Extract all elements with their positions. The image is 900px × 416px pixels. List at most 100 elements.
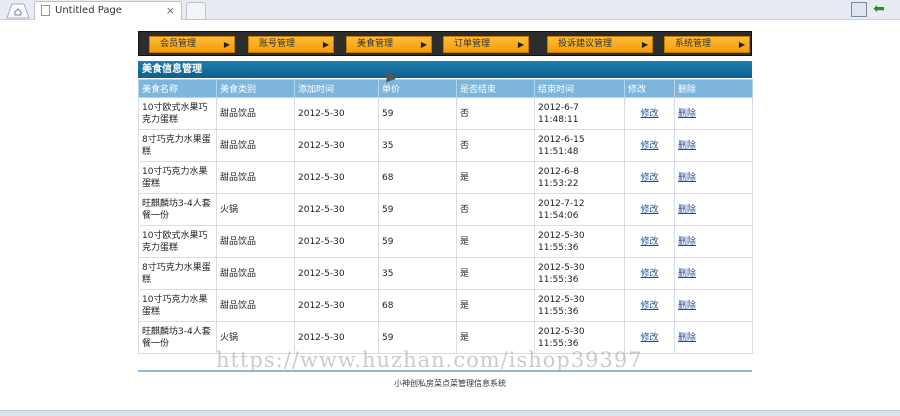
watermark-text: https://www.huzhan.com/ishop39397 — [216, 348, 643, 372]
table-row: 10寸欧式水果巧克力蛋糕 甜品饮品 2012-5-30 59 否 2012-6-… — [138, 97, 753, 130]
cell-category: 火锅 — [216, 193, 295, 226]
cell-added-time: 2012-5-30 — [294, 257, 379, 290]
cell-end-time: 2012-5-30 11:55:36 — [534, 289, 625, 322]
edit-link[interactable]: 修改 — [640, 237, 658, 247]
cell-finished: 是 — [456, 257, 535, 290]
cell-food-name: 旺麒麟坊3-4人套餐一份 — [138, 321, 217, 354]
main-nav: 会员管理 ▶ 账号管理 ▶ 美食管理 ▶ 订单管理 ▶ 投诉建议管理 ▶ 系统管… — [138, 31, 752, 56]
cell-food-name: 8寸巧克力水果蛋糕 — [138, 129, 217, 162]
nav-system-management[interactable]: 系统管理 ▶ — [664, 36, 750, 53]
cell-price: 35 — [378, 129, 457, 162]
cell-delete: 删除 — [674, 321, 753, 354]
new-tab-button[interactable] — [186, 2, 206, 20]
tab-close-icon[interactable]: × — [166, 4, 175, 17]
footer-text: 小神创私房菜点菜管理信息系统 — [394, 379, 506, 388]
cell-price: 68 — [378, 289, 457, 322]
delete-link[interactable]: 删除 — [678, 237, 696, 247]
nav-label: 系统管理 — [675, 39, 712, 49]
chevron-right-icon: ▶ — [738, 40, 745, 49]
delete-link[interactable]: 删除 — [678, 301, 696, 311]
back-arrow-icon[interactable]: ⬅ — [871, 2, 887, 17]
cell-edit: 修改 — [624, 97, 675, 130]
col-end-time: 结束时间 — [534, 79, 625, 98]
edit-link[interactable]: 修改 — [640, 301, 658, 311]
cell-added-time: 2012-5-30 — [294, 161, 379, 194]
delete-link[interactable]: 删除 — [678, 141, 696, 151]
delete-link[interactable]: 删除 — [678, 269, 696, 279]
browser-tab-bar: Untitled Page × ⬅ — [0, 0, 900, 20]
table-row: 8寸巧克力水果蛋糕 甜品饮品 2012-5-30 35 否 2012-6-15 … — [138, 129, 753, 162]
nav-account-management[interactable]: 账号管理 ▶ — [248, 36, 334, 53]
cell-added-time: 2012-5-30 — [294, 193, 379, 226]
page-icon — [41, 5, 50, 16]
cell-finished: 否 — [456, 129, 535, 162]
nav-label: 订单管理 — [454, 39, 491, 49]
cell-edit: 修改 — [624, 289, 675, 322]
chevron-right-icon: ▶ — [641, 40, 648, 49]
col-is-finished: 是否结束 — [456, 79, 535, 98]
delete-link[interactable]: 删除 — [678, 173, 696, 183]
browser-tab[interactable]: Untitled Page × — [34, 1, 182, 20]
chevron-right-icon: ▶ — [322, 40, 329, 49]
col-added-time: 添加时间 — [294, 79, 379, 98]
cell-edit: 修改 — [624, 129, 675, 162]
edit-link[interactable]: 修改 — [640, 173, 658, 183]
cell-category: 甜品饮品 — [216, 161, 295, 194]
delete-link[interactable]: 删除 — [678, 109, 696, 119]
cell-category: 甜品饮品 — [216, 289, 295, 322]
nav-label: 美食管理 — [357, 39, 394, 49]
nav-label: 账号管理 — [259, 39, 296, 49]
chevron-right-icon: ▶ — [420, 40, 427, 49]
col-delete: 删除 — [674, 79, 753, 98]
nav-member-management[interactable]: 会员管理 ▶ — [149, 36, 235, 53]
edit-link[interactable]: 修改 — [640, 333, 658, 343]
cell-added-time: 2012-5-30 — [294, 289, 379, 322]
cell-category: 甜品饮品 — [216, 225, 295, 258]
cell-end-time: 2012-5-30 11:55:36 — [534, 225, 625, 258]
cell-end-time: 2012-6-15 11:51:48 — [534, 129, 625, 162]
cell-edit: 修改 — [624, 225, 675, 258]
cell-finished: 否 — [456, 97, 535, 130]
table-row: 10寸欧式水果巧克力蛋糕 甜品饮品 2012-5-30 59 是 2012-5-… — [138, 225, 753, 258]
delete-link[interactable]: 删除 — [678, 333, 696, 343]
delete-link[interactable]: 删除 — [678, 205, 696, 215]
chevron-right-icon: ▶ — [223, 40, 230, 49]
nav-food-management[interactable]: 美食管理 ▶ — [346, 36, 432, 53]
edit-link[interactable]: 修改 — [640, 141, 658, 151]
home-tab-icon[interactable] — [4, 2, 32, 19]
cell-delete: 删除 — [674, 289, 753, 322]
nav-order-management[interactable]: 订单管理 ▶ — [443, 36, 529, 53]
cell-finished: 是 — [456, 289, 535, 322]
cell-category: 甜品饮品 — [216, 257, 295, 290]
edit-link[interactable]: 修改 — [640, 109, 658, 119]
cell-end-time: 2012-6-7 11:48:11 — [534, 97, 625, 130]
cell-edit: 修改 — [624, 161, 675, 194]
edit-link[interactable]: 修改 — [640, 269, 658, 279]
browser-status-bar — [0, 410, 900, 416]
page-icon[interactable] — [851, 2, 867, 17]
col-food-name: 美食名称 — [138, 79, 217, 98]
cell-delete: 删除 — [674, 129, 753, 162]
cell-end-time: 2012-7-12 11:54:06 — [534, 193, 625, 226]
cell-price: 59 — [378, 193, 457, 226]
cell-delete: 删除 — [674, 193, 753, 226]
table-row: 10寸巧克力水果蛋糕 甜品饮品 2012-5-30 68 是 2012-5-30… — [138, 289, 753, 322]
cell-delete: 删除 — [674, 161, 753, 194]
nav-complaint-management[interactable]: 投诉建议管理 ▶ — [547, 36, 653, 53]
cell-price: 68 — [378, 161, 457, 194]
cell-food-name: 10寸欧式水果巧克力蛋糕 — [138, 97, 217, 130]
col-food-category: 美食类别 — [216, 79, 295, 98]
edit-link[interactable]: 修改 — [640, 205, 658, 215]
tab-title: Untitled Page — [55, 5, 122, 16]
cell-delete: 删除 — [674, 257, 753, 290]
cell-price: 59 — [378, 225, 457, 258]
cell-end-time: 2012-5-30 11:55:36 — [534, 257, 625, 290]
col-unit-price: 单价 — [378, 79, 457, 98]
cell-price: 35 — [378, 257, 457, 290]
cell-finished: 否 — [456, 193, 535, 226]
cell-added-time: 2012-5-30 — [294, 129, 379, 162]
cell-category: 甜品饮品 — [216, 129, 295, 162]
cell-food-name: 旺麒麟坊3-4人套餐一份 — [138, 193, 217, 226]
cell-food-name: 10寸巧克力水果蛋糕 — [138, 289, 217, 322]
cell-delete: 删除 — [674, 225, 753, 258]
